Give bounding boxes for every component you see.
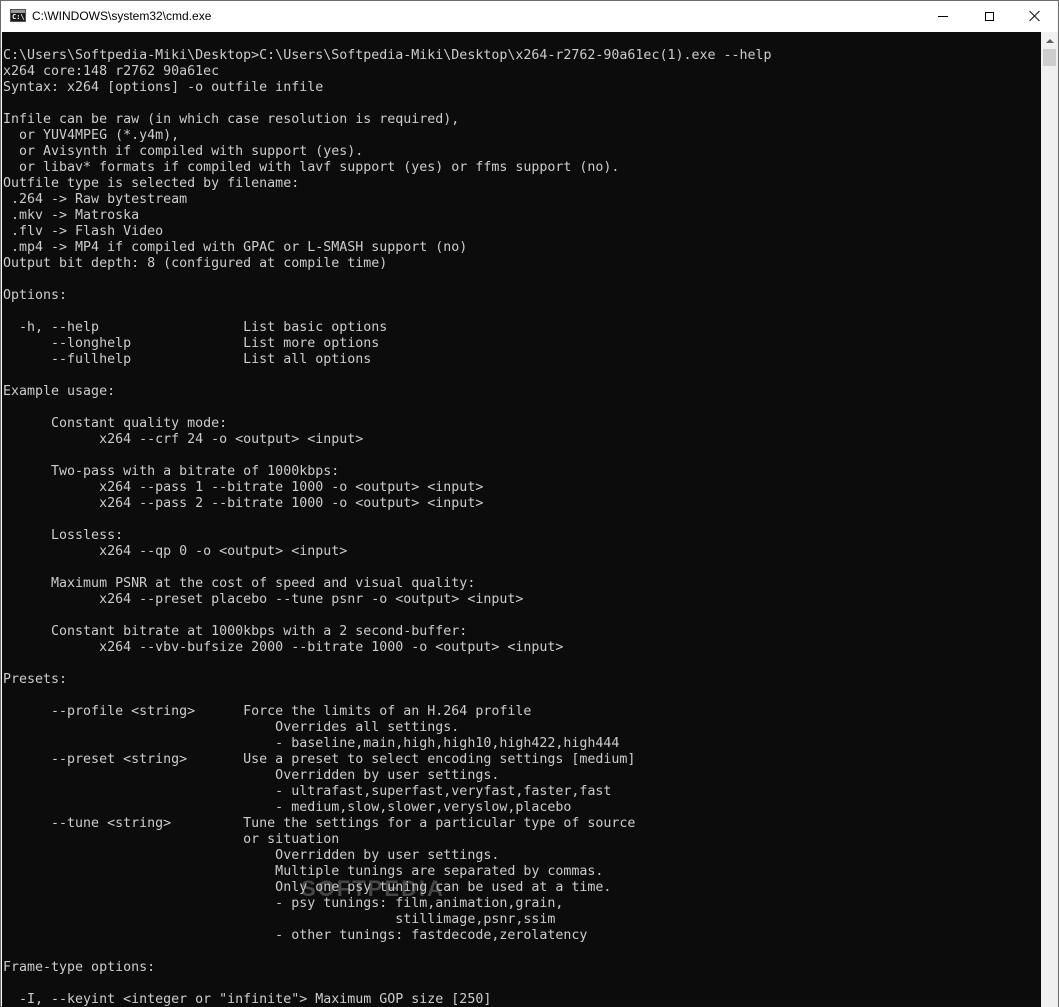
console-line: Overridden by user settings. <box>3 848 500 863</box>
close-icon <box>1029 10 1041 22</box>
minimize-icon <box>938 15 948 17</box>
console-line: Two-pass with a bitrate of 1000kbps: <box>3 464 340 479</box>
console-line: Presets: <box>3 672 68 687</box>
console-line: Frame-type options: <box>3 960 156 975</box>
console-line: Maximum PSNR at the cost of speed and vi… <box>3 576 476 591</box>
console-line: --fullhelp List all options <box>3 352 372 367</box>
console-line: --profile <string> Force the limits of a… <box>3 704 532 719</box>
minimize-button[interactable] <box>920 1 966 31</box>
console-line: or YUV4MPEG (*.y4m), <box>3 128 180 143</box>
console-line: C:\Users\Softpedia-Miki\Desktop>C:\Users… <box>3 48 772 63</box>
maximize-icon <box>984 11 994 21</box>
console-line: --tune <string> Tune the settings for a … <box>3 816 636 831</box>
console-line: Syntax: x264 [options] -o outfile infile <box>3 80 324 95</box>
scroll-up-button[interactable] <box>1041 32 1058 49</box>
console-line: .mkv -> Matroska <box>3 208 140 223</box>
console-line: Output bit depth: 8 (configured at compi… <box>3 256 388 271</box>
title-bar[interactable]: C:\ C:\WINDOWS\system32\cmd.exe <box>1 1 1058 31</box>
console-line: Outfile type is selected by filename: <box>3 176 300 191</box>
scroll-thumb[interactable] <box>1043 49 1056 66</box>
maximize-button[interactable] <box>966 1 1012 31</box>
console-line: .flv -> Flash Video <box>3 224 164 239</box>
console-line: Lossless: <box>3 528 124 543</box>
console-line: Overrides all settings. <box>3 720 460 735</box>
console-line: - ultrafast,superfast,veryfast,faster,fa… <box>3 784 612 799</box>
cmd-icon-text: C:\ <box>12 13 25 21</box>
console-line: x264 --vbv-bufsize 2000 --bitrate 1000 -… <box>3 640 564 655</box>
cmd-icon[interactable]: C:\ <box>10 9 26 22</box>
console-line: Overridden by user settings. <box>3 768 500 783</box>
console-line: x264 --crf 24 -o <output> <input> <box>3 432 364 447</box>
vertical-scrollbar[interactable] <box>1041 32 1058 1007</box>
console-line: stillimage,psnr,ssim <box>3 912 556 927</box>
console-line: x264 core:148 r2762 90a61ec <box>3 64 220 79</box>
console-line: x264 --pass 1 --bitrate 1000 -o <output>… <box>3 480 484 495</box>
console-output-area[interactable]: C:\Users\Softpedia-Miki\Desktop>C:\Users… <box>2 32 1041 1007</box>
console-line: --longhelp List more options <box>3 336 380 351</box>
console-line: -h, --help List basic options <box>3 320 388 335</box>
console-line: --preset <string> Use a preset to select… <box>3 752 636 767</box>
console-line: x264 --preset placebo --tune psnr -o <ou… <box>3 592 524 607</box>
console-line: .264 -> Raw bytestream <box>3 192 188 207</box>
scroll-up-arrow-icon <box>1045 38 1054 43</box>
softpedia-watermark: SOFTPEDIA <box>301 876 445 901</box>
window-title: C:\WINDOWS\system32\cmd.exe <box>32 9 212 23</box>
console-line: - other tunings: fastdecode,zerolatency <box>3 928 588 943</box>
console-line: Infile can be raw (in which case resolut… <box>3 112 460 127</box>
console-line: Constant bitrate at 1000kbps with a 2 se… <box>3 624 468 639</box>
console-line: .mp4 -> MP4 if compiled with GPAC or L-S… <box>3 240 468 255</box>
console-line: x264 --qp 0 -o <output> <input> <box>3 544 348 559</box>
cmd-window: C:\ C:\WINDOWS\system32\cmd.exe C:\Users… <box>0 0 1059 1007</box>
console-line: or Avisynth if compiled with support (ye… <box>3 144 364 159</box>
console-text: C:\Users\Softpedia-Miki\Desktop>C:\Users… <box>3 48 772 1007</box>
console-line: - medium,slow,slower,veryslow,placebo <box>3 800 572 815</box>
console-line: or libav* formats if compiled with lavf … <box>3 160 620 175</box>
console-line: Constant quality mode: <box>3 416 228 431</box>
console-line: x264 --pass 2 --bitrate 1000 -o <output>… <box>3 496 484 511</box>
console-line: or situation <box>3 832 340 847</box>
console-line: Options: <box>3 288 68 303</box>
console-line: - baseline,main,high,high10,high422,high… <box>3 736 620 751</box>
console-line: -I, --keyint <integer or "infinite"> Max… <box>3 992 492 1007</box>
console-line: - psy tunings: film,animation,grain, <box>3 896 564 911</box>
close-button[interactable] <box>1012 1 1058 31</box>
console-line: Example usage: <box>3 384 116 399</box>
